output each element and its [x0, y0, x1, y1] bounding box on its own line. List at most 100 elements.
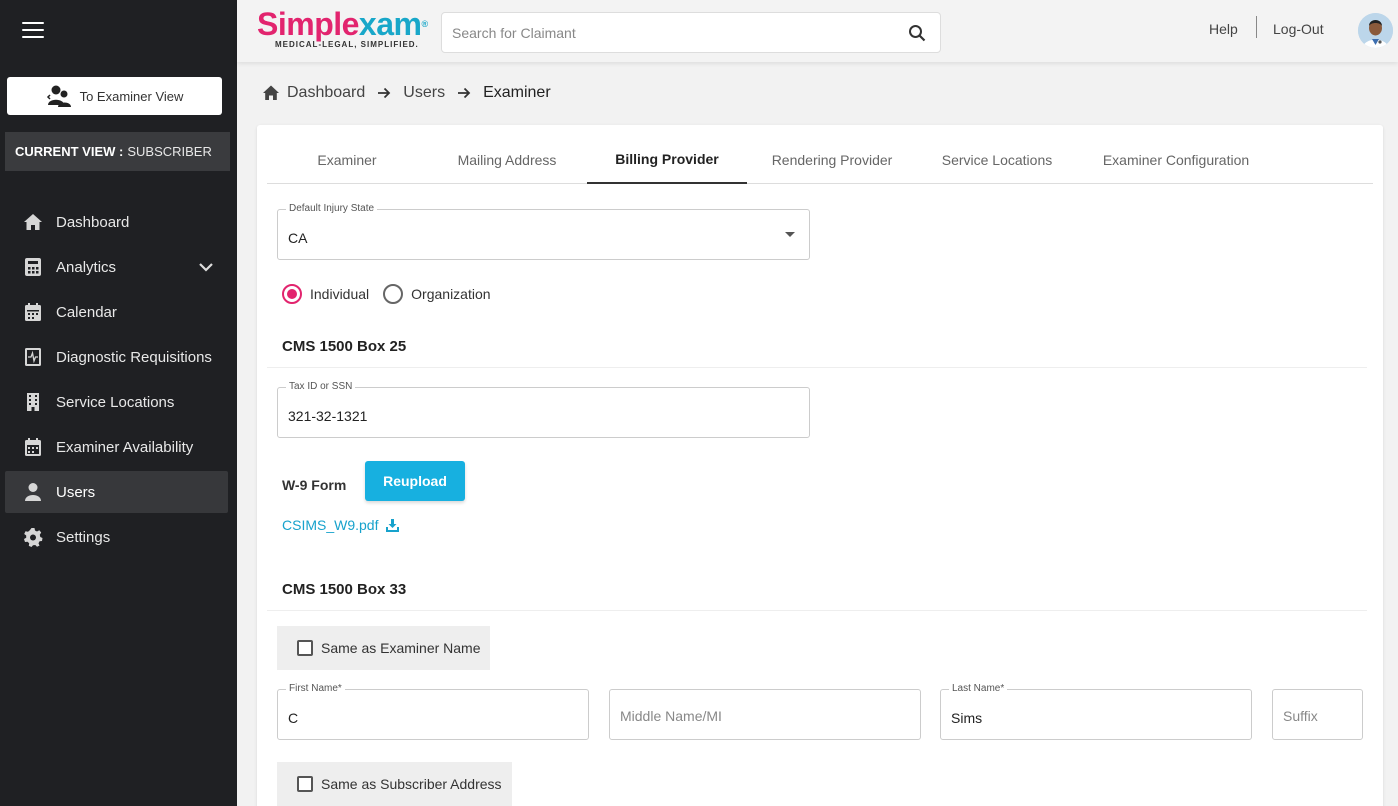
gear-icon — [22, 526, 44, 548]
sidebar: To Examiner View CURRENT VIEW : SUBSCRIB… — [0, 0, 237, 806]
dropdown-caret-icon — [785, 232, 795, 237]
injury-state-value: CA — [288, 230, 308, 246]
first-name-label: First Name* — [286, 683, 345, 694]
sidebar-nav: Dashboard Analytics Calendar Diagnostic … — [5, 201, 228, 561]
injury-state-label: Default Injury State — [286, 203, 378, 214]
calendar-icon — [22, 301, 44, 323]
chevron-down-icon[interactable] — [198, 259, 214, 275]
home-icon — [22, 211, 44, 233]
last-name-value: Sims — [951, 710, 983, 726]
calculator-icon — [22, 256, 44, 278]
section-divider — [267, 367, 1367, 368]
sidebar-item-label: Examiner Availability — [56, 438, 194, 456]
tab-service-locations[interactable]: Service Locations — [917, 136, 1077, 184]
sidebar-item-users[interactable]: Users — [5, 471, 228, 513]
sidebar-item-label: Settings — [56, 528, 111, 546]
sidebar-item-calendar[interactable]: Calendar — [5, 291, 228, 333]
provider-type-radio-group: Individual Organization — [282, 284, 491, 304]
breadcrumb: Dashboard Users Examiner — [262, 84, 551, 102]
logout-link[interactable]: Log-Out — [1273, 21, 1324, 37]
top-header: Simplexam® MEDICAL-LEGAL, SIMPLIFIED. He… — [237, 0, 1398, 62]
search-input[interactable] — [442, 13, 882, 52]
w9-file-link[interactable]: CSIMS_W9.pdf — [282, 517, 400, 533]
checkbox-icon[interactable] — [297, 776, 313, 792]
sidebar-item-label: Users — [56, 483, 96, 501]
injury-state-select[interactable]: Default Injury State CA — [277, 203, 810, 260]
building-icon — [22, 391, 44, 413]
tab-bar: Examiner Mailing Address Billing Provide… — [267, 136, 1373, 184]
tab-billing-provider[interactable]: Billing Provider — [587, 136, 747, 184]
logo-registered-mark: ® — [421, 19, 428, 29]
first-name-field[interactable]: First Name* C — [277, 683, 589, 740]
organization-radio[interactable] — [383, 284, 404, 304]
help-link[interactable]: Help — [1209, 21, 1238, 37]
sidebar-item-label: Diagnostic Requisitions — [56, 348, 212, 366]
tab-examiner[interactable]: Examiner — [267, 136, 427, 184]
to-examiner-view-label: To Examiner View — [79, 88, 184, 104]
checkbox-icon[interactable] — [297, 640, 313, 656]
menu-icon[interactable] — [22, 22, 44, 38]
tax-id-value: 321-32-1321 — [288, 408, 368, 424]
sidebar-item-dashboard[interactable]: Dashboard — [5, 201, 228, 243]
section-divider — [267, 610, 1367, 611]
breadcrumb-examiner: Examiner — [483, 84, 551, 101]
suffix-field[interactable]: Suffix — [1272, 689, 1363, 740]
sidebar-item-diagnostic-requisitions[interactable]: Diagnostic Requisitions — [5, 336, 228, 378]
sidebar-item-service-locations[interactable]: Service Locations — [5, 381, 228, 423]
sidebar-item-label: Dashboard — [56, 213, 130, 231]
sidebar-item-examiner-availability[interactable]: Examiner Availability — [5, 426, 228, 468]
w9-file-name: CSIMS_W9.pdf — [282, 517, 379, 533]
w9-form-label: W-9 Form — [282, 477, 347, 493]
last-name-label: Last Name* — [949, 683, 1008, 694]
logo-part-xam: xam — [358, 6, 422, 42]
same-as-examiner-checkbox[interactable]: Same as Examiner Name — [277, 626, 490, 670]
tab-rendering-provider[interactable]: Rendering Provider — [747, 136, 917, 184]
search-icon[interactable] — [908, 24, 926, 42]
simplexam-logo[interactable]: Simplexam® MEDICAL-LEGAL, SIMPLIFIED. — [257, 8, 428, 49]
middle-name-placeholder: Middle Name/MI — [620, 708, 722, 724]
organization-radio-label: Organization — [411, 286, 491, 302]
same-as-subscriber-checkbox[interactable]: Same as Subscriber Address — [277, 762, 512, 806]
individual-radio[interactable] — [282, 284, 302, 304]
same-as-subscriber-label: Same as Subscriber Address — [321, 776, 502, 792]
first-name-value: C — [288, 710, 299, 726]
box25-title: CMS 1500 Box 25 — [282, 338, 407, 355]
doctor-avatar-icon — [1358, 13, 1393, 48]
calendar-check-icon — [22, 436, 44, 458]
tab-examiner-configuration[interactable]: Examiner Configuration — [1077, 136, 1275, 184]
last-name-field[interactable]: Last Name* Sims — [940, 683, 1252, 740]
sidebar-item-settings[interactable]: Settings — [5, 516, 228, 558]
sidebar-item-analytics[interactable]: Analytics — [5, 246, 228, 288]
current-view-banner: CURRENT VIEW : SUBSCRIBER — [5, 132, 230, 171]
sidebar-item-label: Calendar — [56, 303, 117, 321]
sidebar-item-label: Service Locations — [56, 393, 175, 411]
header-divider — [1256, 16, 1257, 38]
tab-mailing-address[interactable]: Mailing Address — [427, 136, 587, 184]
arrow-right-icon — [458, 87, 471, 99]
logo-part-simple: Simple — [257, 6, 359, 42]
same-as-examiner-label: Same as Examiner Name — [321, 640, 481, 656]
reupload-button[interactable]: Reupload — [365, 461, 465, 501]
breadcrumb-users[interactable]: Users — [403, 84, 445, 102]
logo-tagline: MEDICAL-LEGAL, SIMPLIFIED. — [275, 40, 419, 49]
home-icon[interactable] — [262, 84, 280, 102]
box33-title: CMS 1500 Box 33 — [282, 581, 407, 598]
avatar[interactable] — [1358, 13, 1393, 48]
to-examiner-view-button[interactable]: To Examiner View — [7, 77, 222, 115]
current-view-label: CURRENT VIEW : — [15, 144, 124, 159]
arrow-right-icon — [378, 87, 391, 99]
clipboard-icon — [22, 346, 44, 368]
user-icon — [22, 481, 44, 503]
download-icon[interactable] — [385, 518, 400, 533]
individual-radio-label: Individual — [310, 286, 370, 302]
tax-id-field[interactable]: Tax ID or SSN 321-32-1321 — [277, 381, 810, 438]
sidebar-item-label: Analytics — [56, 258, 117, 276]
users-swap-icon — [46, 85, 71, 107]
claimant-search — [441, 12, 941, 53]
current-view-value: SUBSCRIBER — [127, 144, 212, 159]
breadcrumb-dashboard[interactable]: Dashboard — [287, 84, 365, 102]
billing-provider-card: Examiner Mailing Address Billing Provide… — [257, 125, 1383, 806]
suffix-placeholder: Suffix — [1283, 708, 1318, 724]
middle-name-field[interactable]: Middle Name/MI — [609, 689, 921, 740]
tax-id-label: Tax ID or SSN — [286, 381, 356, 392]
